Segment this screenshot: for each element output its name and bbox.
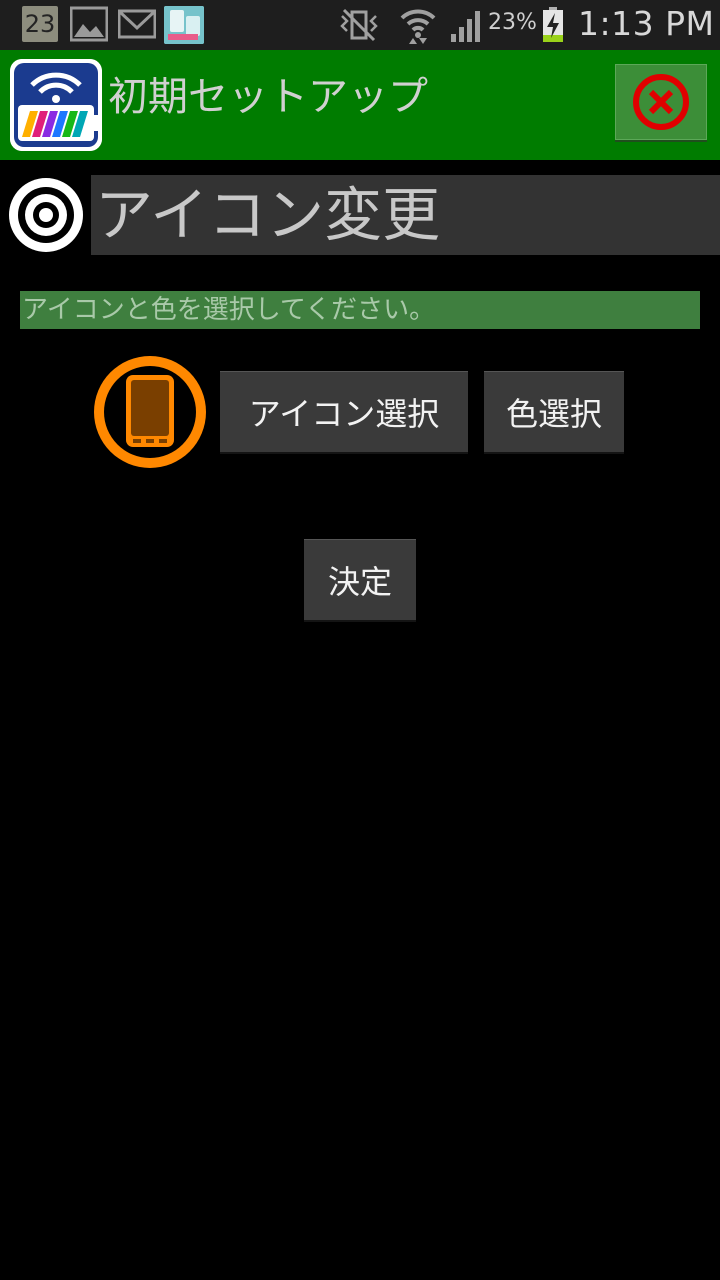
confirm-button[interactable]: 決定 [304,539,416,620]
instruction-text: アイコンと色を選択してください。 [20,291,700,329]
screen: 23 23% 1:13 PM 初期セットアップ アイコン変更 アイコンと色を選択… [0,0,720,1280]
system-icons: 23% 1:13 PM [340,0,720,50]
title-bar: 初期セットアップ [0,50,720,160]
status-bar: 23 23% 1:13 PM [0,0,720,50]
target-icon [9,178,83,252]
wifi-icon [400,9,436,44]
section-title: アイコン変更 [95,181,441,249]
icon-select-button[interactable]: アイコン選択 [220,371,468,452]
section-header: アイコン変更 [91,175,720,255]
page-title: 初期セットアップ [108,74,428,120]
color-select-button[interactable]: 色選択 [484,371,624,452]
clock: 1:13 PM [578,4,715,43]
gallery-icon [70,6,108,42]
battery-percent: 23% [488,10,537,35]
calendar-icon: 23 [22,6,58,42]
app-notification-icon [164,6,204,44]
close-icon [633,74,689,130]
mail-icon [118,9,156,39]
smartphone-icon [94,356,206,468]
close-button[interactable] [615,64,707,140]
app-logo-icon [10,59,102,151]
battery-charging-icon [543,7,563,42]
signal-icon [451,11,480,42]
vibrate-icon [340,8,378,42]
